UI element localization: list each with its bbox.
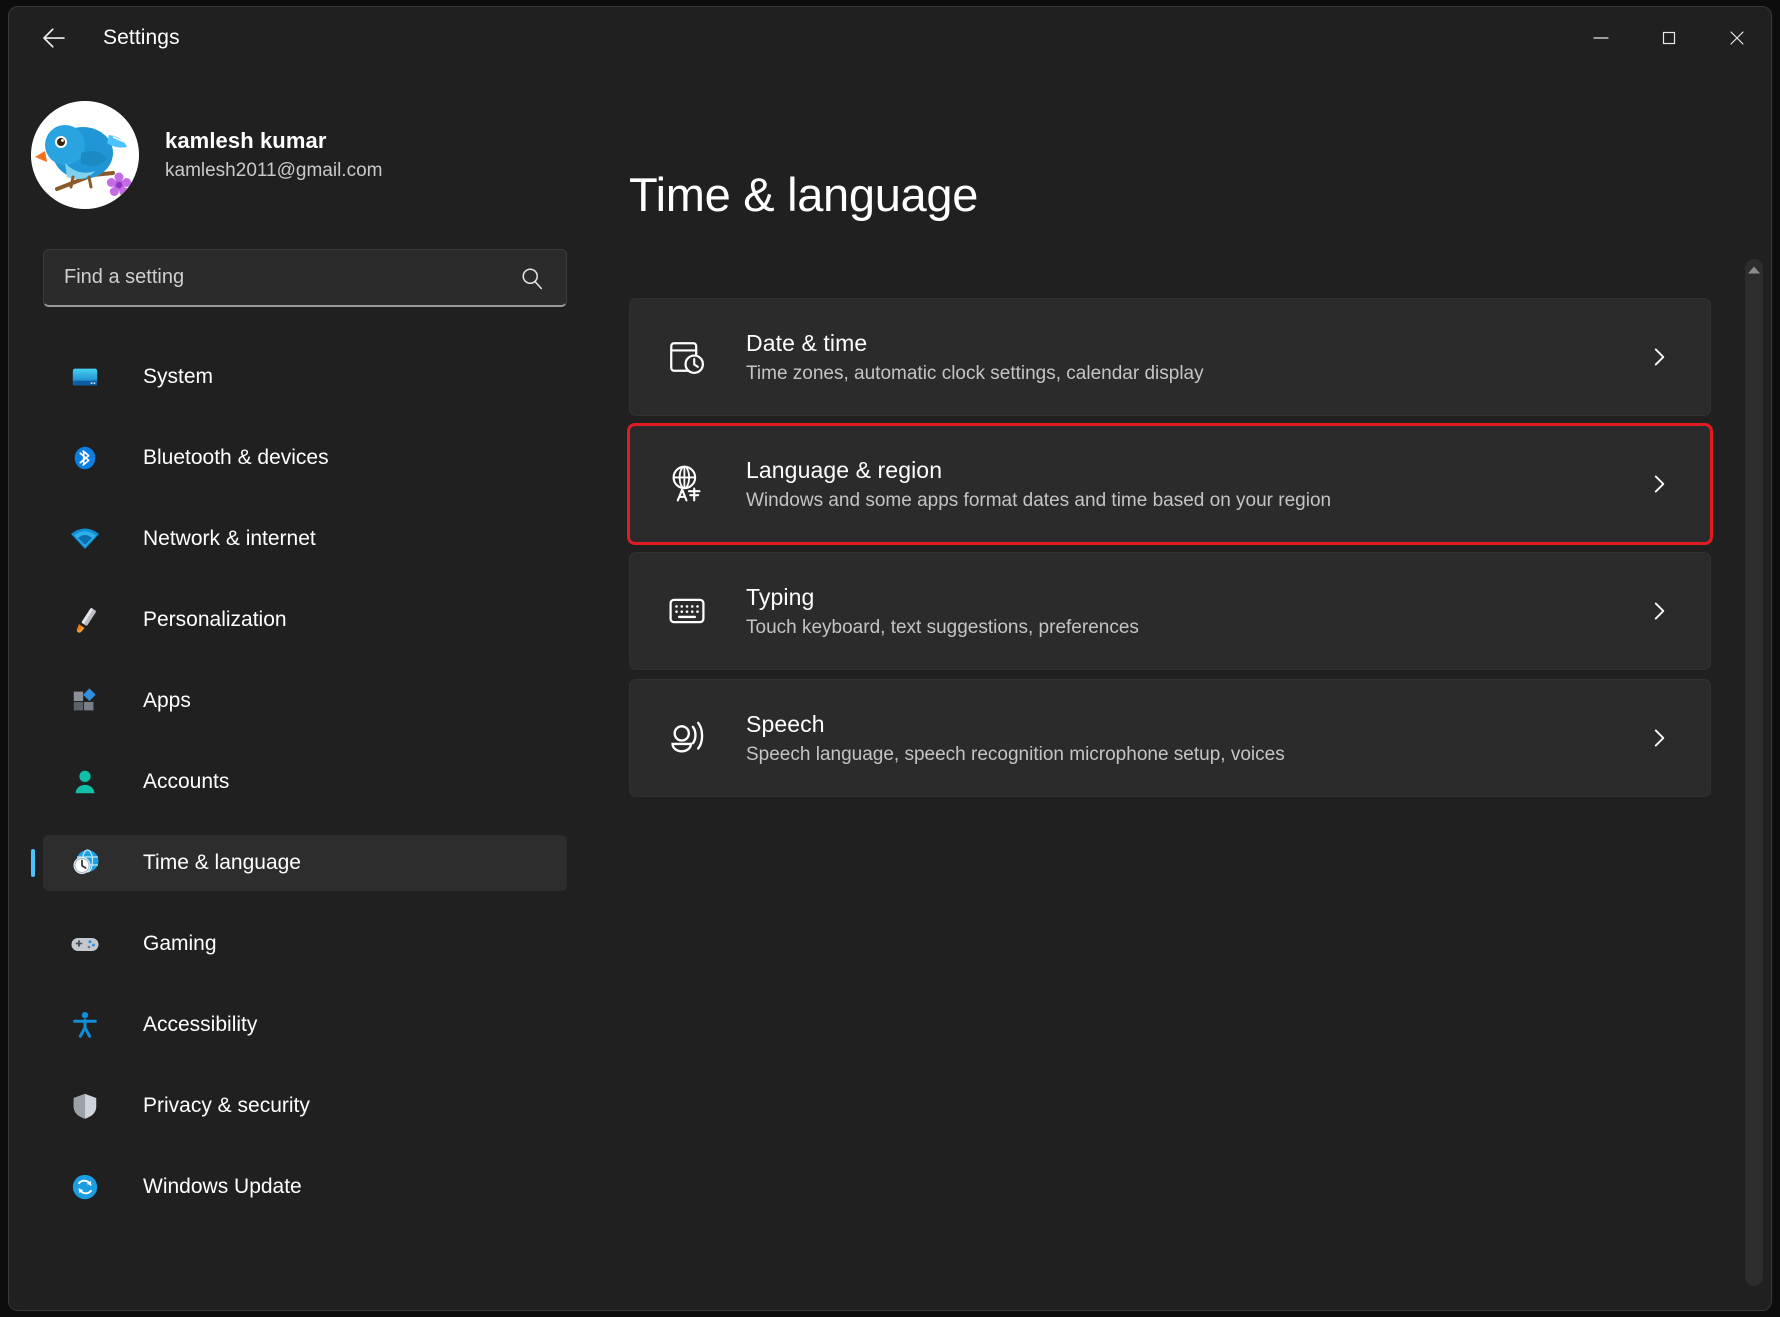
search-wrapper: [43, 249, 567, 307]
sidebar-item-apps[interactable]: Apps: [43, 673, 567, 729]
close-icon: [1730, 31, 1744, 45]
settings-card-speech[interactable]: Speech Speech language, speech recogniti…: [629, 679, 1711, 797]
update-icon: [69, 1171, 101, 1203]
card-description: Time zones, automatic clock settings, ca…: [746, 362, 1204, 384]
calendar-clock-icon: [664, 334, 710, 380]
sidebar-item-label: Bluetooth & devices: [143, 446, 329, 469]
chevron-right-icon[interactable]: [1642, 594, 1676, 628]
sidebar-item-label: Apps: [143, 689, 191, 712]
apps-icon: [69, 685, 101, 717]
sidebar-item-label: System: [143, 365, 214, 388]
card-text: Speech Speech language, speech recogniti…: [746, 711, 1642, 766]
sidebar-item-privacy-security[interactable]: Privacy & security: [43, 1078, 567, 1134]
title-bar: Settings: [9, 7, 1771, 69]
account-block[interactable]: kamlesh kumar kamlesh2011@gmail.com: [31, 101, 589, 209]
search-input[interactable]: [64, 266, 518, 289]
sidebar-item-label: Windows Update: [143, 1175, 302, 1198]
shield-icon: [69, 1090, 101, 1122]
sidebar-item-accessibility[interactable]: Accessibility: [43, 997, 567, 1053]
monitor-icon: [69, 361, 101, 393]
maximize-button[interactable]: [1635, 7, 1703, 69]
card-description: Speech language, speech recognition micr…: [746, 743, 1285, 765]
sidebar-item-accounts[interactable]: Accounts: [43, 754, 567, 810]
gamepad-icon: [69, 928, 101, 960]
card-description: Touch keyboard, text suggestions, prefer…: [746, 616, 1139, 638]
sidebar-item-gaming[interactable]: Gaming: [43, 916, 567, 972]
keyboard-icon: [664, 588, 710, 634]
sidebar-item-label: Network & internet: [143, 527, 316, 550]
settings-card-typing[interactable]: Typing Touch keyboard, text suggestions,…: [629, 552, 1711, 670]
sidebar-item-label: Accounts: [143, 770, 230, 793]
chevron-right-icon[interactable]: [1642, 340, 1676, 374]
accessibility-icon: [69, 1009, 101, 1041]
vertical-scrollbar[interactable]: [1745, 259, 1763, 1286]
sidebar-item-time-language[interactable]: Time & language: [43, 835, 567, 891]
scroll-up-arrow-icon[interactable]: [1745, 265, 1763, 275]
card-title: Date & time: [746, 329, 868, 356]
speech-icon: [664, 715, 710, 761]
close-button[interactable]: [1703, 7, 1771, 69]
minimize-button[interactable]: [1567, 7, 1635, 69]
account-email: kamlesh2011@gmail.com: [165, 160, 383, 181]
sidebar-item-bluetooth-devices[interactable]: Bluetooth & devices: [43, 430, 567, 486]
settings-window: Settings kamlesh kumar kamlesh2011@gmail…: [8, 6, 1772, 1311]
person-icon: [69, 766, 101, 798]
card-title: Typing: [746, 583, 815, 610]
back-button[interactable]: [31, 15, 77, 61]
maximize-icon: [1662, 31, 1676, 45]
sidebar-item-network-internet[interactable]: Network & internet: [43, 511, 567, 567]
account-text: kamlesh kumar kamlesh2011@gmail.com: [165, 128, 382, 182]
search-icon[interactable]: [518, 264, 546, 292]
account-name: kamlesh kumar: [165, 128, 327, 153]
chevron-right-icon[interactable]: [1642, 721, 1676, 755]
card-text: Date & time Time zones, automatic clock …: [746, 330, 1642, 385]
sidebar-item-label: Gaming: [143, 932, 217, 955]
bluetooth-icon: [69, 442, 101, 474]
clock-globe-icon: [69, 847, 101, 879]
card-text: Typing Touch keyboard, text suggestions,…: [746, 584, 1642, 639]
search-box[interactable]: [43, 249, 567, 307]
paintbrush-icon: [69, 604, 101, 636]
chevron-right-icon[interactable]: [1642, 467, 1676, 501]
avatar: [31, 101, 139, 209]
page-title: Time & language: [629, 168, 979, 221]
sidebar-item-label: Accessibility: [143, 1013, 258, 1036]
sidebar: kamlesh kumar kamlesh2011@gmail.com Find…: [9, 69, 589, 1310]
window-body: kamlesh kumar kamlesh2011@gmail.com Find…: [9, 69, 1771, 1310]
bird-avatar-icon: [31, 101, 139, 209]
back-arrow-icon: [43, 28, 65, 48]
settings-card-list: Date & time Time zones, automatic clock …: [627, 298, 1713, 797]
card-title: Language & region: [746, 456, 943, 483]
sidebar-item-system[interactable]: System: [43, 349, 567, 405]
globe-language-icon: [664, 461, 710, 507]
card-title: Speech: [746, 710, 825, 737]
sidebar-item-windows-update[interactable]: Windows Update: [43, 1159, 567, 1215]
sidebar-item-label: Time & language: [143, 851, 301, 874]
sidebar-item-label: Personalization: [143, 608, 287, 631]
card-description: Windows and some apps format dates and t…: [746, 489, 1332, 511]
minimize-icon: [1593, 37, 1609, 39]
card-text: Language & region Windows and some apps …: [746, 457, 1642, 512]
app-title: Settings: [103, 26, 180, 49]
sidebar-item-personalization[interactable]: Personalization: [43, 592, 567, 648]
window-controls: [1567, 7, 1771, 69]
sidebar-nav: System Bluetooth & devices Network & int…: [9, 349, 589, 1215]
settings-card-date-time[interactable]: Date & time Time zones, automatic clock …: [629, 298, 1711, 416]
main-content: Time & language Date & time Time zones, …: [589, 69, 1771, 1310]
wifi-icon: [69, 523, 101, 555]
sidebar-item-label: Privacy & security: [143, 1094, 310, 1117]
settings-card-language-region[interactable]: Language & region Windows and some apps …: [627, 423, 1713, 545]
